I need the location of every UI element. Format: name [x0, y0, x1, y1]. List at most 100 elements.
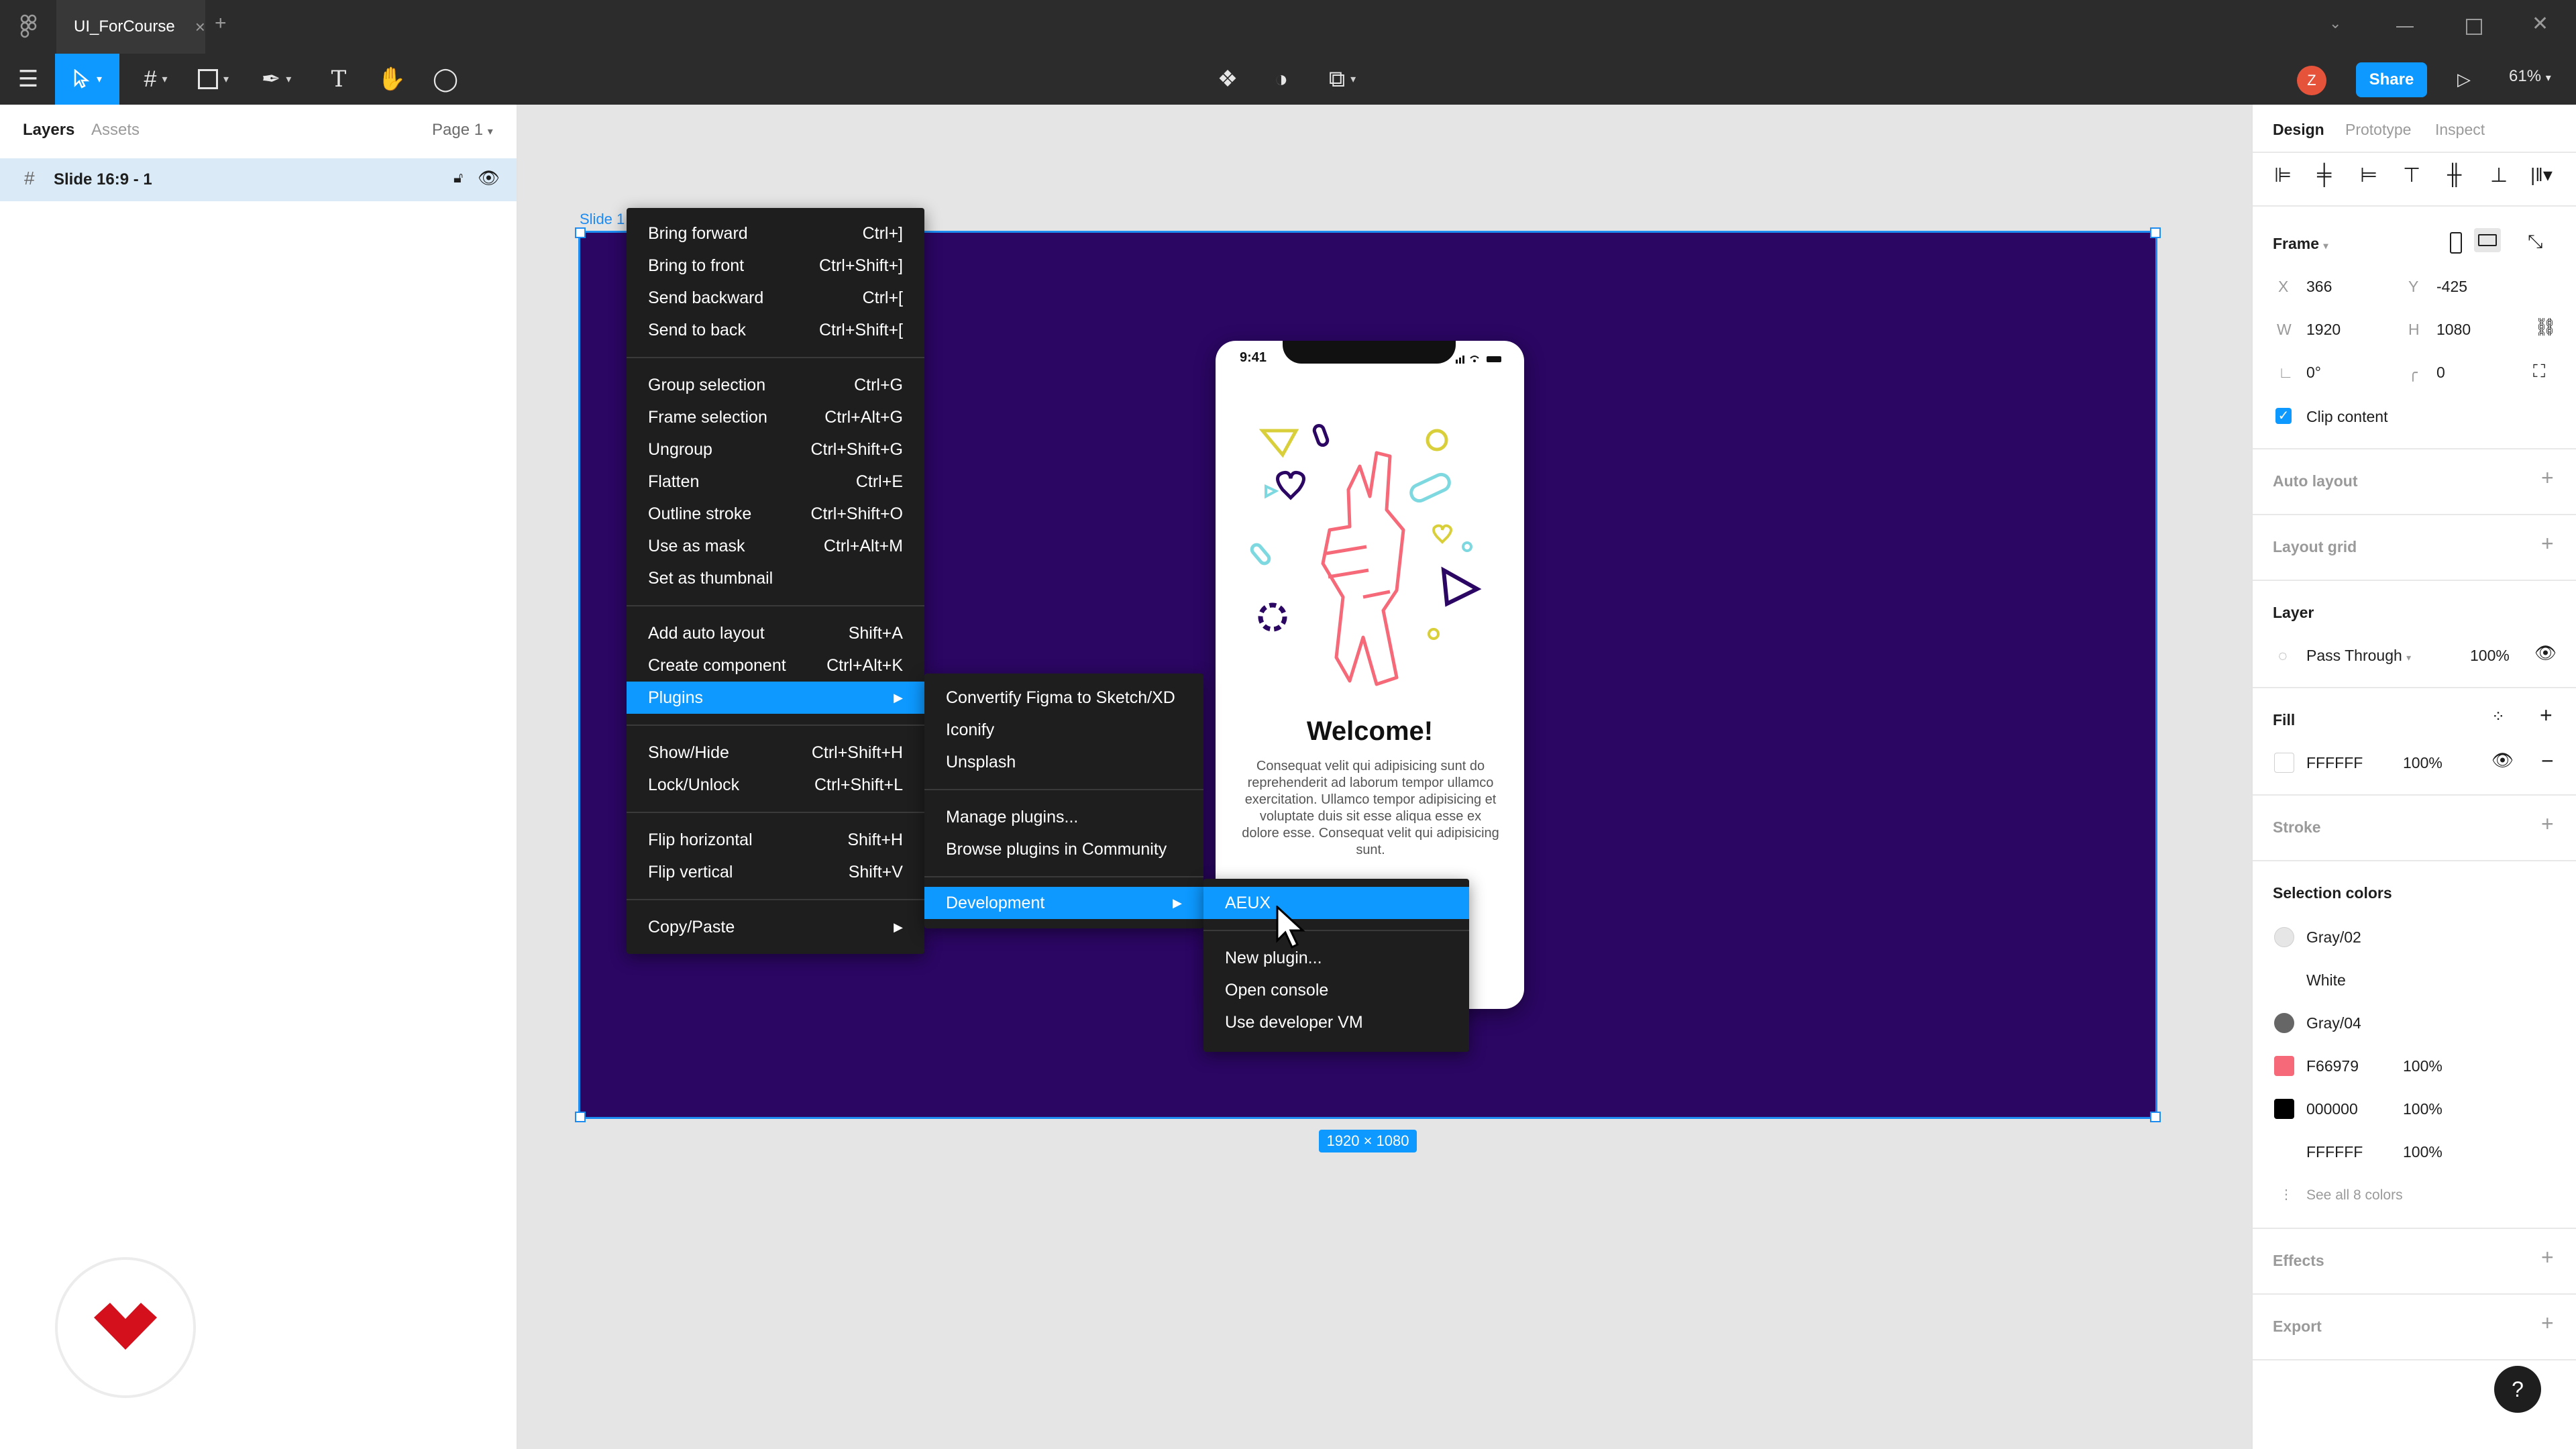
layer-opacity-input[interactable]: 100% — [2470, 647, 2510, 665]
menu-item-frame-selection[interactable]: Frame selection Ctrl+Alt+G — [627, 401, 924, 433]
add-fill-icon[interactable]: + — [2540, 703, 2553, 728]
menu-item-bring-to-front[interactable]: Bring to front Ctrl+Shift+] — [627, 250, 924, 282]
tab-inspect[interactable]: Inspect — [2435, 121, 2485, 139]
selection-color-row[interactable]: FFFFFF 100% — [2253, 1134, 2576, 1171]
menu-item-plugins[interactable]: Plugins ▶ — [627, 682, 924, 714]
menu-item-copy-paste[interactable]: Copy/Paste ▶ — [627, 911, 924, 943]
zoom-level[interactable]: 61% ▾ — [2509, 67, 2551, 86]
slide-label[interactable]: Slide 1 — [580, 211, 625, 228]
tab-assets[interactable]: Assets — [91, 121, 140, 140]
add-auto-layout-icon[interactable]: + — [2541, 466, 2554, 490]
blend-mode-dropdown[interactable]: Pass Through ▾ — [2306, 647, 2411, 665]
user-avatar[interactable]: Z — [2297, 66, 2326, 95]
menu-item-show-hide[interactable]: Show/Hide Ctrl+Shift+H — [627, 737, 924, 769]
menu-item-flip-vertical[interactable]: Flip vertical Shift+V — [627, 856, 924, 888]
frame-tool[interactable]: # ▾ — [131, 54, 180, 105]
color-swatch[interactable] — [2274, 1099, 2294, 1119]
selection-color-row[interactable]: Gray/04 — [2253, 1005, 2576, 1042]
maximize-icon[interactable] — [2466, 19, 2482, 35]
present-icon[interactable]: ▷ — [2447, 54, 2481, 105]
new-tab-icon[interactable]: + — [215, 12, 227, 35]
menu-item-aeux[interactable]: AEUX — [1203, 887, 1469, 919]
menu-item-flatten[interactable]: Flatten Ctrl+E — [627, 466, 924, 498]
menu-item-flip-horizontal[interactable]: Flip horizontal Shift+H — [627, 824, 924, 856]
selection-color-row[interactable]: White — [2253, 962, 2576, 1000]
fill-hex-input[interactable]: FFFFFF — [2306, 754, 2363, 772]
menu-item-unsplash[interactable]: Unsplash — [924, 746, 1203, 778]
pen-tool[interactable]: ✒ ▾ — [250, 54, 303, 105]
clip-content-checkbox[interactable]: ✓ — [2275, 408, 2292, 424]
menu-item-convertify[interactable]: Convertify Figma to Sketch/XD — [924, 682, 1203, 714]
remove-fill-icon[interactable]: − — [2541, 749, 2554, 773]
close-window-icon[interactable]: ✕ — [2532, 12, 2548, 36]
comment-tool-icon[interactable]: ◯ — [427, 54, 464, 105]
menu-item-set-as-thumbnail[interactable]: Set as thumbnail — [627, 562, 924, 594]
independent-corners-icon[interactable]: ⛶ — [2533, 361, 2545, 382]
selection-color-row[interactable]: F66979 100% — [2253, 1048, 2576, 1085]
resize-handle[interactable] — [575, 1112, 586, 1122]
share-button[interactable]: Share — [2356, 62, 2427, 97]
align-left-icon[interactable]: ⊫ — [2274, 164, 2292, 187]
help-button[interactable]: ? — [2494, 1366, 2541, 1413]
color-swatch[interactable] — [2274, 1142, 2294, 1162]
menu-item-add-auto-layout[interactable]: Add auto layout Shift+A — [627, 617, 924, 649]
text-tool[interactable]: T — [322, 54, 356, 105]
shape-tool[interactable]: ▾ — [189, 54, 237, 105]
add-stroke-icon[interactable]: + — [2541, 812, 2554, 837]
align-bottom-icon[interactable]: ⊥ — [2490, 164, 2508, 187]
resize-to-fit-icon[interactable]: ⤡ — [2528, 231, 2542, 253]
add-effect-icon[interactable]: + — [2541, 1245, 2554, 1270]
eye-icon[interactable]: 👁︎ — [478, 168, 500, 189]
minimize-icon[interactable] — [2396, 26, 2414, 28]
menu-item-send-to-back[interactable]: Send to back Ctrl+Shift+[ — [627, 314, 924, 346]
align-right-icon[interactable]: ⊨ — [2360, 164, 2377, 187]
align-center-v-icon[interactable]: ╫ — [2447, 164, 2461, 186]
y-input[interactable]: -425 — [2436, 278, 2467, 296]
menu-item-create-component[interactable]: Create component Ctrl+Alt+K — [627, 649, 924, 682]
move-tool[interactable]: ▾ — [55, 54, 119, 105]
see-all-colors-link[interactable]: See all 8 colors — [2306, 1187, 2403, 1203]
menu-item-outline-stroke[interactable]: Outline stroke Ctrl+Shift+O — [627, 498, 924, 530]
resize-handle[interactable] — [2150, 227, 2161, 238]
figma-menu-icon[interactable] — [17, 13, 40, 40]
constrain-proportions-icon[interactable]: ⛓︎ — [2534, 317, 2557, 337]
menu-item-manage-plugins[interactable]: Manage plugins... — [924, 801, 1203, 833]
mask-icon[interactable]: ◑ — [1261, 54, 1301, 105]
add-export-icon[interactable]: + — [2541, 1311, 2554, 1336]
align-top-icon[interactable]: ⊤ — [2403, 164, 2420, 187]
color-swatch[interactable] — [2274, 927, 2294, 947]
fill-styles-icon[interactable]: ⁘ — [2491, 707, 2505, 727]
w-input[interactable]: 1920 — [2306, 321, 2341, 339]
menu-item-lock-unlock[interactable]: Lock/Unlock Ctrl+Shift+L — [627, 769, 924, 801]
x-input[interactable]: 366 — [2306, 278, 2332, 296]
chevron-down-icon[interactable]: ⌄ — [2329, 15, 2341, 32]
tab-layers[interactable]: Layers — [23, 121, 74, 140]
resize-handle[interactable] — [2150, 1112, 2161, 1122]
layer-visibility-eye-icon[interactable]: 👁︎ — [2534, 643, 2557, 663]
landscape-icon[interactable] — [2474, 228, 2501, 252]
menu-item-iconify[interactable]: Iconify — [924, 714, 1203, 746]
menu-item-development[interactable]: Development ▶ — [924, 887, 1203, 919]
resize-handle[interactable] — [575, 227, 586, 238]
menu-item-bring-forward[interactable]: Bring forward Ctrl+] — [627, 217, 924, 250]
component-icon[interactable]: ❖ — [1208, 54, 1248, 105]
main-menu-icon[interactable]: ☰ — [9, 54, 47, 105]
menu-item-browse-plugins[interactable]: Browse plugins in Community — [924, 833, 1203, 865]
page-selector[interactable]: Page 1 ▾ — [432, 121, 493, 140]
color-swatch[interactable] — [2274, 970, 2294, 990]
menu-item-new-plugin[interactable]: New plugin... — [1203, 942, 1469, 974]
close-tab-icon[interactable]: × — [195, 17, 205, 38]
file-tab[interactable]: UI_ForCourse × — [56, 0, 205, 54]
portrait-icon[interactable] — [2450, 232, 2462, 254]
fill-opacity-input[interactable]: 100% — [2403, 754, 2443, 772]
menu-item-use-as-mask[interactable]: Use as mask Ctrl+Alt+M — [627, 530, 924, 562]
distribute-icon[interactable]: |‖▾ — [2530, 164, 2553, 186]
menu-item-group-selection[interactable]: Group selection Ctrl+G — [627, 369, 924, 401]
menu-item-send-backward[interactable]: Send backward Ctrl+[ — [627, 282, 924, 314]
menu-item-use-developer-vm[interactable]: Use developer VM — [1203, 1006, 1469, 1038]
h-input[interactable]: 1080 — [2436, 321, 2471, 339]
menu-item-ungroup[interactable]: Ungroup Ctrl+Shift+G — [627, 433, 924, 466]
frame-dropdown[interactable]: Frame ▾ — [2273, 235, 2328, 253]
layer-item-slide[interactable]: # Slide 16:9 - 1 🔓︎ 👁︎ — [0, 158, 517, 201]
add-layout-grid-icon[interactable]: + — [2541, 531, 2554, 556]
